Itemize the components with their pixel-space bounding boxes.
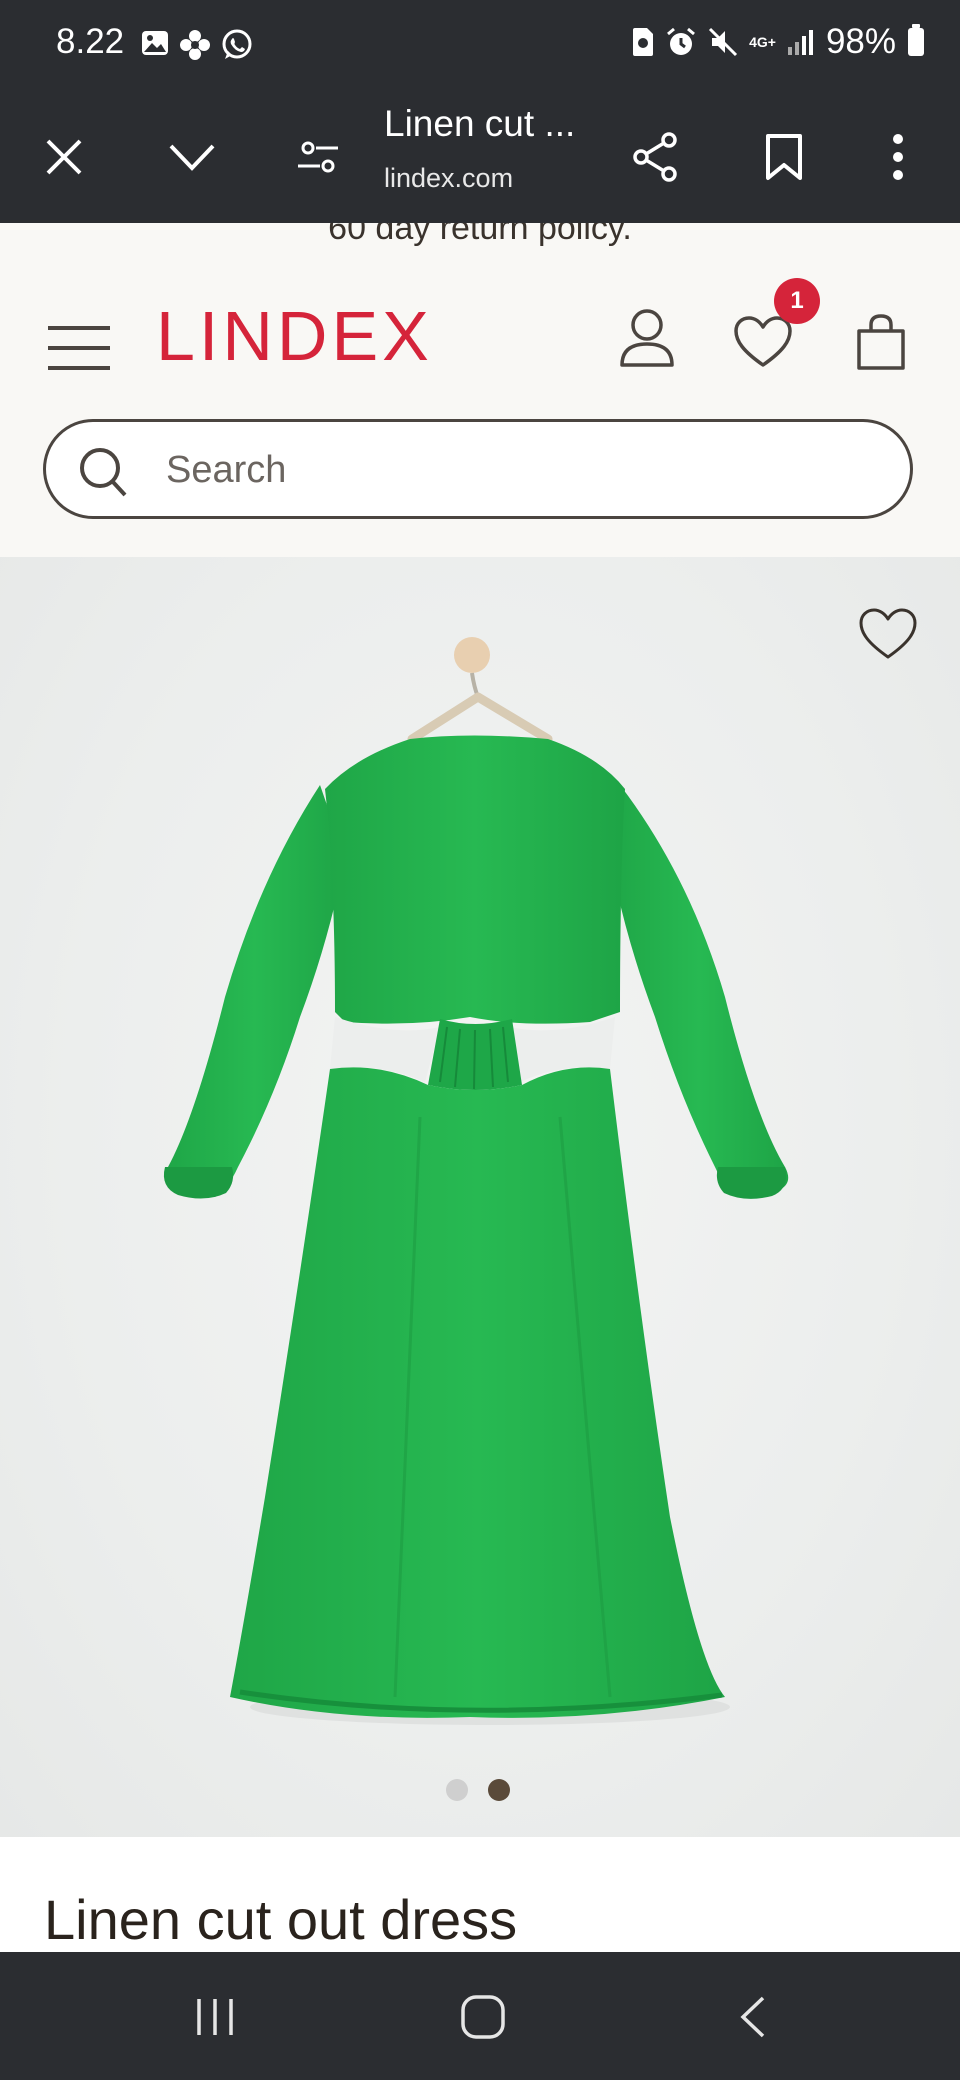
- search-icon: [80, 448, 127, 497]
- minimize-button[interactable]: [160, 125, 224, 189]
- close-tab-button[interactable]: [32, 125, 96, 189]
- product-info: Linen cut out dress: [0, 1837, 960, 1952]
- promo-banner[interactable]: 60 day return policy.: [0, 223, 960, 248]
- search-input[interactable]: [164, 442, 868, 498]
- home-button[interactable]: [448, 1982, 518, 2052]
- status-bar: 8.22 4G+ 98%: [0, 0, 960, 95]
- browser-toolbar: Linen cut ... lindex.com: [0, 95, 960, 223]
- more-vert-icon: [893, 134, 903, 180]
- carousel-dot-1[interactable]: [446, 1779, 468, 1801]
- whatsapp-icon: [222, 29, 252, 59]
- network-type: 4G+: [749, 34, 776, 50]
- recent-apps-icon: [197, 1999, 233, 2035]
- chevron-down-icon: [169, 144, 215, 171]
- product-image-carousel[interactable]: [0, 557, 960, 1837]
- signal-icon: [787, 30, 813, 55]
- shopping-bag-icon: [857, 314, 905, 370]
- recent-apps-button[interactable]: [180, 1982, 250, 2052]
- product-title: Linen cut out dress: [44, 1888, 518, 1951]
- notification-icons: [140, 28, 254, 62]
- flower-icon: [180, 30, 210, 60]
- close-icon: [46, 139, 82, 175]
- back-button[interactable]: [718, 1982, 788, 2052]
- heart-outline-icon: [859, 608, 917, 659]
- mute-icon: [709, 27, 738, 57]
- carousel-indicator: [446, 1779, 510, 1801]
- menu-button[interactable]: [44, 313, 114, 383]
- more-options-button[interactable]: [866, 125, 930, 189]
- system-nav-bar: [0, 1952, 960, 2080]
- cart-button[interactable]: [846, 307, 916, 377]
- status-time: 8.22: [56, 22, 125, 61]
- home-icon: [461, 1995, 505, 2039]
- battery-icon: [908, 24, 924, 56]
- page-title[interactable]: Linen cut ...: [384, 103, 575, 145]
- site-settings-button[interactable]: [286, 125, 350, 189]
- bookmark-icon: [766, 134, 802, 180]
- bookmark-button[interactable]: [752, 125, 816, 189]
- site-header: 60 day return policy. LINDEX 1: [0, 223, 960, 557]
- back-icon: [740, 1996, 765, 2038]
- heart-icon: [734, 316, 792, 367]
- user-icon: [620, 309, 674, 367]
- lindex-logo[interactable]: LINDEX: [156, 296, 433, 376]
- search-bar[interactable]: [43, 419, 913, 519]
- add-to-wishlist-button[interactable]: [858, 607, 918, 665]
- share-icon: [633, 132, 677, 182]
- hamburger-icon: [48, 326, 110, 370]
- carousel-dot-2-active[interactable]: [488, 1779, 510, 1801]
- wishlist-count-badge: 1: [774, 278, 820, 324]
- dress-image: [163, 637, 789, 1725]
- sim-icon: [633, 28, 654, 56]
- share-button[interactable]: [624, 125, 688, 189]
- battery-percent: 98%: [825, 22, 896, 61]
- tune-icon: [298, 141, 338, 173]
- account-button[interactable]: [612, 303, 682, 373]
- alarm-icon: [667, 27, 696, 55]
- status-right: 4G+ 98%: [631, 22, 924, 62]
- gallery-icon: [142, 31, 168, 55]
- page-domain[interactable]: lindex.com: [384, 163, 513, 194]
